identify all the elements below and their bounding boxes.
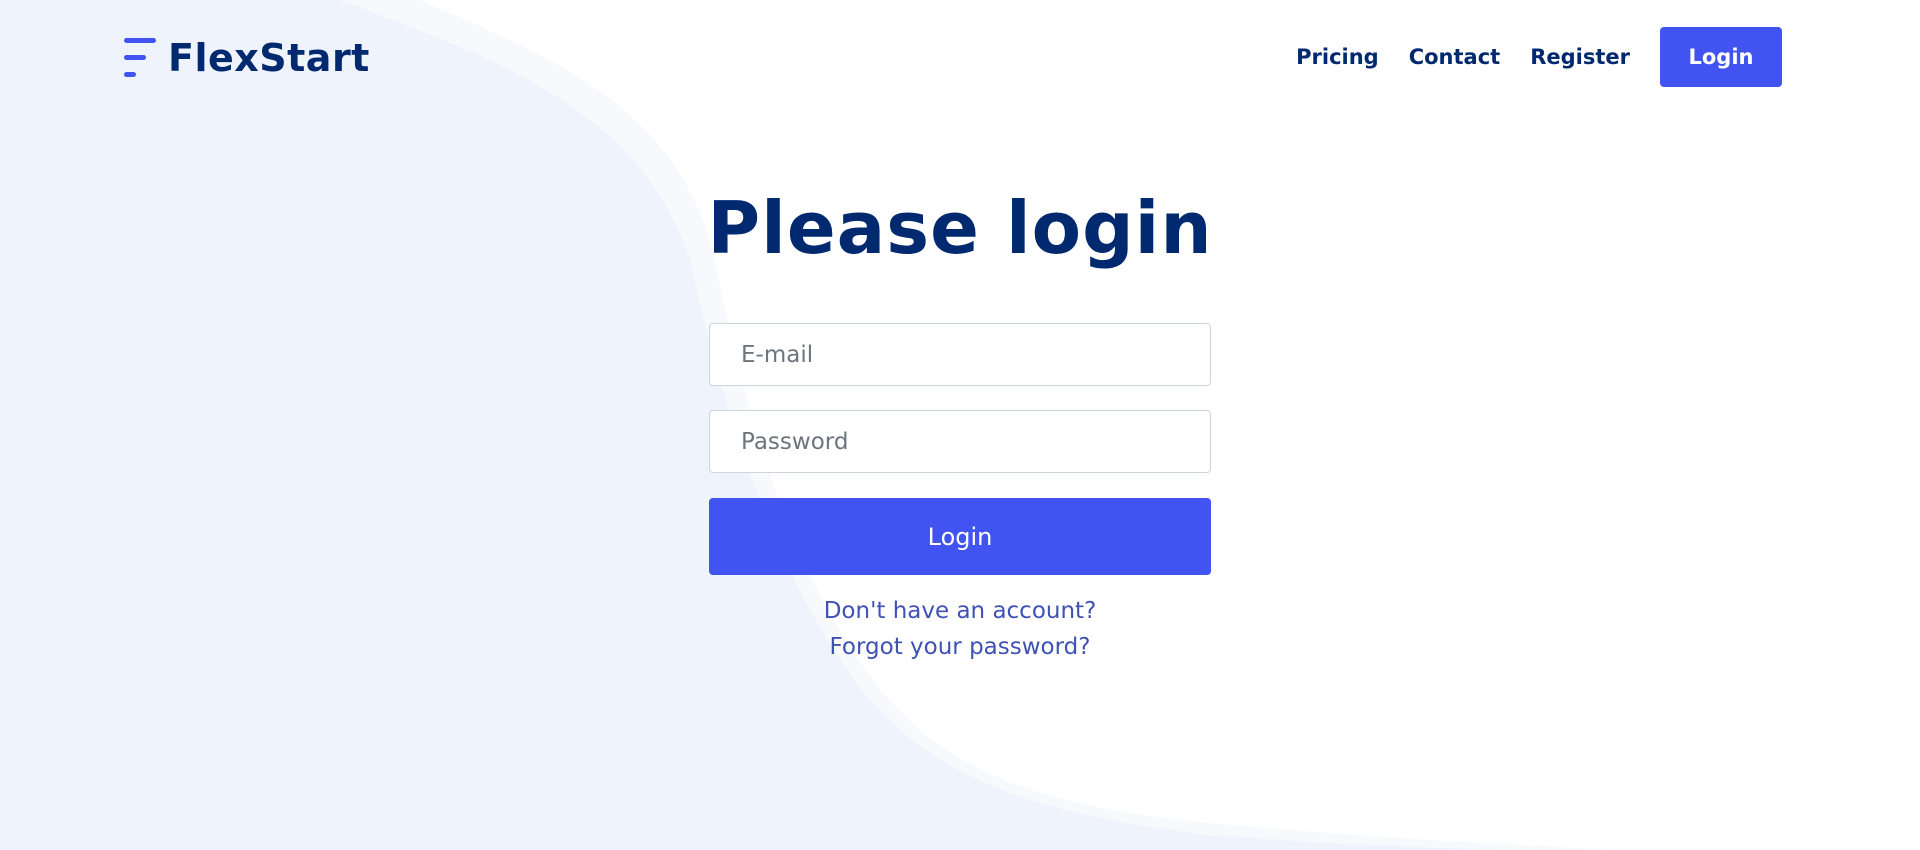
auth-links: Don't have an account? Forgot your passw… xyxy=(709,593,1211,665)
brand-name: FlexStart xyxy=(168,36,370,80)
site-header: FlexStart Pricing Contact Register Login xyxy=(0,0,1920,116)
email-field[interactable] xyxy=(709,323,1211,386)
page-title: Please login xyxy=(707,186,1213,270)
nav-login-button[interactable]: Login xyxy=(1660,27,1782,87)
nav-link-contact[interactable]: Contact xyxy=(1409,45,1501,69)
main-nav: Pricing Contact Register Login xyxy=(1296,27,1782,87)
password-field[interactable] xyxy=(709,410,1211,473)
nav-link-pricing[interactable]: Pricing xyxy=(1296,45,1379,69)
logo-icon xyxy=(122,36,156,80)
register-link[interactable]: Don't have an account? xyxy=(709,593,1211,629)
nav-link-register[interactable]: Register xyxy=(1530,45,1630,69)
login-section: Please login Login Don't have an account… xyxy=(0,0,1920,850)
login-form: Login Don't have an account? Forgot your… xyxy=(709,323,1211,665)
brand-logo[interactable]: FlexStart xyxy=(122,36,370,80)
forgot-password-link[interactable]: Forgot your password? xyxy=(709,629,1211,665)
login-submit-button[interactable]: Login xyxy=(709,498,1211,575)
